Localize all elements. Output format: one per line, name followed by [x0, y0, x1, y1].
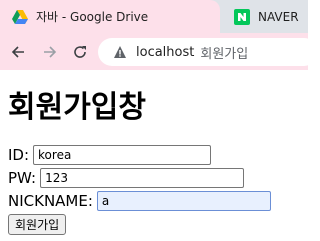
info-warning-icon[interactable]	[112, 44, 128, 60]
page-content: 회원가입창 ID: PW: NICKNAME: 회원가입	[0, 70, 308, 241]
reload-icon	[74, 46, 86, 58]
tab-google-drive[interactable]: 자바 - Google Drive	[0, 0, 220, 33]
signup-button[interactable]: 회원가입	[8, 214, 67, 235]
tab-naver[interactable]: NAVER	[222, 0, 308, 33]
id-label: ID:	[8, 146, 30, 164]
arrow-right-icon	[44, 46, 57, 58]
forward-button[interactable]	[40, 42, 60, 62]
naver-icon	[234, 8, 250, 25]
back-button[interactable]	[8, 42, 28, 62]
browser-tab-strip: 자바 - Google Drive NAVER	[0, 0, 308, 33]
url-path: 회원가입	[200, 46, 249, 62]
nickname-row: NICKNAME:	[8, 191, 271, 211]
url-host: localhost	[136, 44, 195, 60]
tab-title: 자바 - Google Drive	[36, 10, 149, 24]
page-title: 회원가입창	[8, 90, 146, 125]
nickname-input[interactable]	[96, 191, 271, 211]
arrow-left-icon	[11, 46, 24, 58]
reload-button[interactable]	[70, 42, 90, 62]
nickname-label: NICKNAME:	[8, 192, 93, 210]
pw-label: PW:	[8, 169, 37, 187]
address-bar[interactable]: localhost 회원가입	[98, 38, 318, 66]
pw-input[interactable]	[40, 168, 245, 188]
id-row: ID:	[8, 145, 212, 165]
browser-toolbar: localhost 회원가입	[0, 33, 318, 70]
tab-title: NAVER	[258, 9, 299, 24]
pw-row: PW:	[8, 168, 245, 188]
id-input[interactable]	[33, 145, 212, 165]
google-drive-icon	[12, 9, 28, 25]
